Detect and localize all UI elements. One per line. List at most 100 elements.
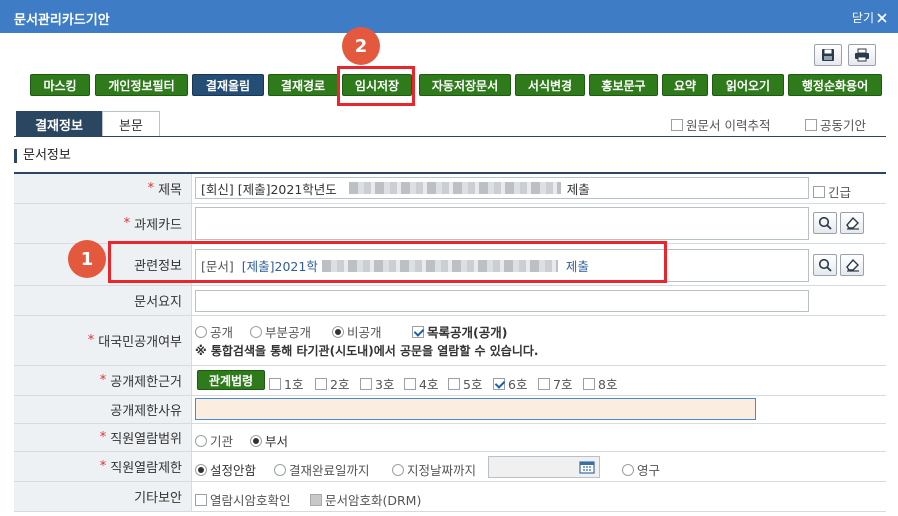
floppy-disk-icon: [822, 49, 834, 61]
eraser-icon: [845, 258, 859, 272]
summary-label: 문서요지: [14, 286, 192, 315]
other-security-label: 기타보안: [14, 482, 192, 511]
basis-1-checkbox[interactable]: [269, 377, 281, 390]
basis-5-checkbox[interactable]: [448, 377, 460, 390]
printer-icon: [855, 48, 869, 62]
password-on-view-checkbox[interactable]: [195, 493, 207, 506]
joint-draft-label: 공동기안: [820, 118, 867, 133]
task-card-search-button[interactable]: [813, 212, 837, 234]
basis-8-checkbox[interactable]: [583, 377, 595, 390]
scope-dept-radio[interactable]: [250, 434, 262, 447]
highlight-temp-save: [337, 66, 415, 106]
basis-6-option[interactable]: 6호: [493, 374, 527, 393]
basis-5-option[interactable]: 5호: [448, 374, 482, 393]
disclosure-notice: ※ 통합검색을 통해 타기관(시도내)에서 공문을 열람할 수 있습니다.: [195, 344, 539, 358]
tab-approval-info[interactable]: 결재정보: [16, 111, 102, 137]
subject-value-suffix: 제출: [566, 181, 590, 197]
approval-route-button[interactable]: 결재경로: [268, 74, 338, 96]
restriction-reason-input[interactable]: [195, 398, 756, 420]
restriction-reason-label: 공개제한사유: [14, 396, 192, 423]
limit-until-date-radio[interactable]: [392, 463, 404, 476]
joint-draft-option[interactable]: 공동기안: [805, 115, 866, 134]
disclosure-private-option[interactable]: 비공개: [332, 322, 382, 341]
load-button[interactable]: 읽어오기: [712, 74, 784, 96]
disclosure-public-radio[interactable]: [195, 325, 207, 338]
window-title-bar: 문서관리카드기안 닫기: [0, 0, 898, 33]
related-info-clear-button[interactable]: [840, 254, 864, 276]
print-button[interactable]: [848, 44, 876, 66]
close-label: 닫기: [851, 11, 874, 25]
save-button[interactable]: [814, 44, 842, 66]
task-card-input[interactable]: [195, 207, 809, 240]
limit-date-input[interactable]: [488, 456, 600, 478]
basis-4-checkbox[interactable]: [404, 377, 416, 390]
list-public-checkbox[interactable]: [412, 325, 424, 338]
search-icon: [818, 258, 832, 272]
autosave-documents-button[interactable]: 자동저장문서: [419, 74, 511, 96]
submit-approval-button[interactable]: 결재올림: [192, 74, 264, 96]
summary-button[interactable]: 요약: [662, 74, 708, 96]
urgent-option[interactable]: 긴급: [813, 182, 851, 201]
task-card-clear-button[interactable]: [840, 212, 864, 234]
scope-org-radio[interactable]: [195, 434, 207, 447]
joint-draft-checkbox[interactable]: [805, 118, 817, 131]
masking-button[interactable]: 마스킹: [30, 74, 90, 96]
scope-org-option[interactable]: 기관: [195, 431, 233, 450]
promo-phrase-button[interactable]: 홍보문구: [589, 74, 658, 96]
redacted-text: [348, 182, 561, 194]
basis-2-checkbox[interactable]: [315, 377, 327, 390]
tab-body[interactable]: 본문: [102, 111, 160, 137]
row-task-card: * 과제카드: [14, 204, 886, 244]
limit-until-done-option[interactable]: 결재완료일까지: [274, 460, 370, 479]
related-law-button[interactable]: 관계법령: [197, 370, 265, 390]
close-button[interactable]: 닫기: [852, 9, 888, 26]
subject-value-prefix: [회신] [제출]2021학년도: [201, 181, 337, 197]
callout-2: 2: [342, 27, 380, 65]
limit-permanent-radio[interactable]: [622, 463, 634, 476]
subject-input[interactable]: [회신] [제출]2021학년도 제출: [195, 177, 809, 199]
limit-none-radio[interactable]: [195, 463, 207, 476]
row-restriction-reason: 공개제한사유: [14, 396, 886, 424]
original-history-label: 원문서 이력추적: [686, 118, 771, 133]
limit-none-option[interactable]: 설정안함: [195, 460, 256, 479]
close-icon: [877, 12, 887, 23]
basis-3-option[interactable]: 3호: [360, 374, 394, 393]
basis-2-option[interactable]: 2호: [315, 374, 349, 393]
basis-6-checkbox[interactable]: [493, 377, 505, 390]
window-title: 문서관리카드기안: [14, 13, 110, 28]
row-viewing-scope: * 직원열람범위 기관 부서: [14, 424, 886, 452]
basis-3-checkbox[interactable]: [360, 377, 372, 390]
viewing-scope-label: * 직원열람범위: [14, 424, 192, 451]
list-public-option[interactable]: 목록공개(공개): [412, 322, 507, 341]
row-other-security: 기타보안 열람시암호확인 문서암호화(DRM): [14, 482, 886, 512]
disclosure-private-radio[interactable]: [332, 325, 344, 338]
change-template-button[interactable]: 서식변경: [515, 74, 585, 96]
row-restriction-basis: * 공개제한근거 관계법령 1호 2호 3호 4호 5호 6호 7호 8호: [14, 366, 886, 396]
basis-7-checkbox[interactable]: [538, 377, 550, 390]
privacy-filter-button[interactable]: 개인정보필터: [95, 74, 188, 96]
limit-permanent-option[interactable]: 영구: [622, 460, 660, 479]
basis-4-option[interactable]: 4호: [404, 374, 438, 393]
document-info-form: * 제목 [회신] [제출]2021학년도 제출 긴급 * 과제카드 관련정보 [문…: [14, 172, 886, 512]
original-history-checkbox[interactable]: [671, 118, 683, 131]
basis-1-option[interactable]: 1호: [269, 374, 303, 393]
disclosure-partial-radio[interactable]: [250, 325, 262, 338]
admin-terms-button[interactable]: 행정순화용어: [788, 74, 882, 96]
restriction-basis-label: * 공개제한근거: [14, 366, 192, 395]
callout-1: 1: [68, 240, 106, 278]
disclosure-public-option[interactable]: 공개: [195, 322, 233, 341]
urgent-label: 긴급: [828, 185, 852, 200]
related-info-search-button[interactable]: [813, 254, 837, 276]
password-on-view-option[interactable]: 열람시암호확인: [195, 490, 291, 509]
urgent-checkbox[interactable]: [813, 185, 825, 198]
limit-until-date-option[interactable]: 지정날짜까지: [392, 460, 476, 479]
basis-8-option[interactable]: 8호: [583, 374, 617, 393]
original-history-option[interactable]: 원문서 이력추적: [671, 115, 770, 134]
task-card-label: * 과제카드: [14, 204, 192, 243]
disclosure-partial-option[interactable]: 부분공개: [250, 322, 311, 341]
scope-dept-option[interactable]: 부서: [250, 431, 288, 450]
calendar-icon[interactable]: [579, 460, 595, 474]
summary-input[interactable]: [195, 290, 809, 312]
basis-7-option[interactable]: 7호: [538, 374, 572, 393]
limit-until-done-radio[interactable]: [274, 463, 286, 476]
